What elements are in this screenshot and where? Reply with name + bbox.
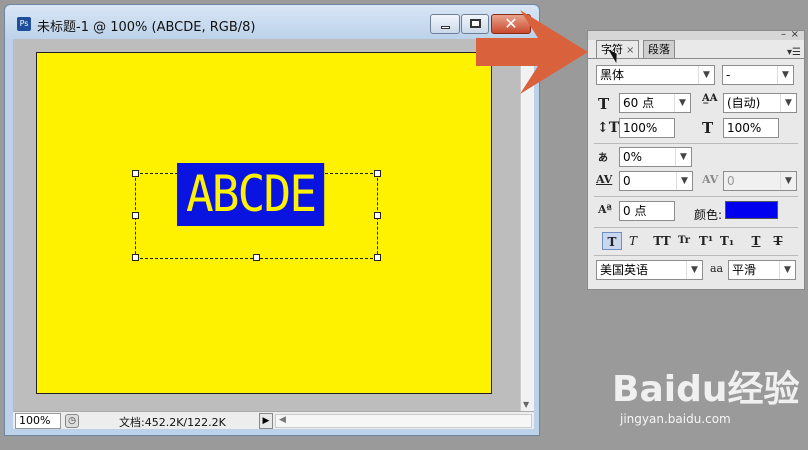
horizontal-scale-icon: T [702,119,714,137]
subscript-button[interactable]: T₁ [717,232,737,250]
font-family-value: 黑体 [600,68,625,82]
antialias-value: 平滑 [732,263,757,277]
transform-handle[interactable] [374,254,381,261]
text-color-swatch[interactable] [725,201,778,219]
underline-button[interactable]: T [746,232,766,250]
transform-handle[interactable] [132,254,139,261]
title-bar[interactable]: Ps 未标题-1 @ 100% (ABCDE, RGB/8) ✕ [5,5,539,39]
font-size-field[interactable]: 60 点 ▼ [619,93,691,113]
panel-header[interactable]: – × [588,29,804,40]
divider [594,196,798,197]
tracking-icon: AV [702,173,719,186]
horizontal-scale-value: 100% [727,121,762,135]
watermark: Baidu经验 jingyan.baidu.com [612,360,799,426]
watermark-logo: Baidu经验 [612,369,800,410]
transform-handle[interactable] [374,170,381,177]
faux-bold-button[interactable]: T [602,232,622,250]
tab-close-icon[interactable]: × [626,45,634,56]
chevron-down-icon[interactable]: ▼ [676,172,692,190]
chevron-down-icon[interactable]: ▼ [674,94,690,112]
document-window: Ps 未标题-1 @ 100% (ABCDE, RGB/8) ✕ ABCDE ▲… [4,4,540,436]
zoom-field[interactable]: 100% [15,413,61,429]
superscript-button[interactable]: T¹ [696,232,716,250]
leading-value: (自动) [727,96,761,110]
font-style-value: - [726,68,731,82]
minimize-button[interactable] [430,14,460,34]
all-caps-button[interactable]: TT [652,232,672,250]
chevron-down-icon: ▼ [780,172,796,190]
antialias-icon: aa [710,262,724,275]
divider [594,255,798,256]
document-info: 文档:452.2K/122.2K [119,416,226,429]
vertical-scale-icon: ↕T [597,120,620,136]
tab-label: 段落 [648,43,670,56]
canvas[interactable]: ABCDE [36,52,492,394]
photoshop-icon: Ps [17,17,31,31]
tracking-value: 0 [727,174,735,188]
color-label: 颜色: [694,208,723,222]
tab-paragraph[interactable]: 段落 [643,40,675,58]
vertical-scale-value: 100% [623,121,658,135]
font-size-value: 60 点 [623,96,655,110]
chevron-down-icon[interactable]: ▼ [780,94,796,112]
status-icon[interactable]: ◷ [65,414,79,428]
tsume-icon: あ [598,153,608,164]
watermark-url: jingyan.baidu.com [620,412,731,426]
canvas-text-layer[interactable]: ABCDE [177,163,325,226]
divider [594,227,798,228]
scroll-left-icon[interactable]: ◀ [279,415,286,425]
chevron-down-icon[interactable]: ▼ [686,261,702,279]
font-size-icon: T [598,95,610,113]
language-select[interactable]: 美国英语 ▼ [596,260,703,280]
transform-handle[interactable] [132,212,139,219]
collapse-icon[interactable]: – [781,29,786,40]
tracking-field: 0 ▼ [723,171,797,191]
chevron-down-icon[interactable]: ▼ [777,66,793,84]
divider [594,143,798,144]
leading-field[interactable]: (自动) ▼ [723,93,797,113]
small-caps-button[interactable]: Tr [674,232,694,250]
horizontal-scale-field[interactable]: 100% [723,118,779,138]
status-menu-arrow-icon[interactable]: ▶ [259,413,273,429]
faux-italic-button[interactable]: T [623,232,643,250]
vertical-scale-field[interactable]: 100% [619,118,675,138]
tsume-value: 0% [623,150,643,164]
kerning-field[interactable]: 0 ▼ [619,171,693,191]
panel-menu-icon[interactable]: ▾☰ [787,47,801,58]
baseline-shift-field[interactable]: 0 点 [619,201,675,221]
tab-divider [588,58,804,59]
leading-icon: A̲A [702,93,718,104]
kerning-value: 0 [623,174,631,188]
transform-handle[interactable] [132,170,139,177]
status-bar: 100% ◷ 文档:452.2K/122.2K ▶ ◀ [13,411,534,429]
scroll-down-icon[interactable]: ▼ [523,400,529,409]
tsume-field[interactable]: 0% ▼ [619,147,692,167]
red-arrow-annotation [476,10,588,94]
baseline-shift-icon: Aª [598,203,612,216]
transform-handle[interactable] [253,254,260,261]
font-family-select[interactable]: 黑体 ▼ [596,65,715,85]
kerning-icon: AV [596,173,613,186]
strikethrough-button[interactable]: T [768,232,788,250]
transform-handle[interactable] [374,212,381,219]
chevron-down-icon[interactable]: ▼ [675,148,691,166]
language-value: 美国英语 [600,263,649,277]
chevron-down-icon[interactable]: ▼ [698,66,714,84]
antialias-select[interactable]: 平滑 ▼ [728,260,796,280]
work-area: ABCDE [13,39,520,411]
baseline-shift-value: 0 点 [623,204,647,218]
character-panel: – × 字符 × 段落 ▾☰ 黑体 ▼ - ▼ T 60 点 ▼ A̲A (自动) ▼ ↕… [587,29,805,290]
chevron-down-icon[interactable]: ▼ [779,261,795,279]
document-title: 未标题-1 @ 100% (ABCDE, RGB/8) [37,20,256,35]
panel-close-icon[interactable]: × [791,29,799,40]
horizontal-scrollbar[interactable]: ◀ [275,414,532,428]
font-style-select[interactable]: - ▼ [722,65,794,85]
minimize-icon [441,26,450,29]
